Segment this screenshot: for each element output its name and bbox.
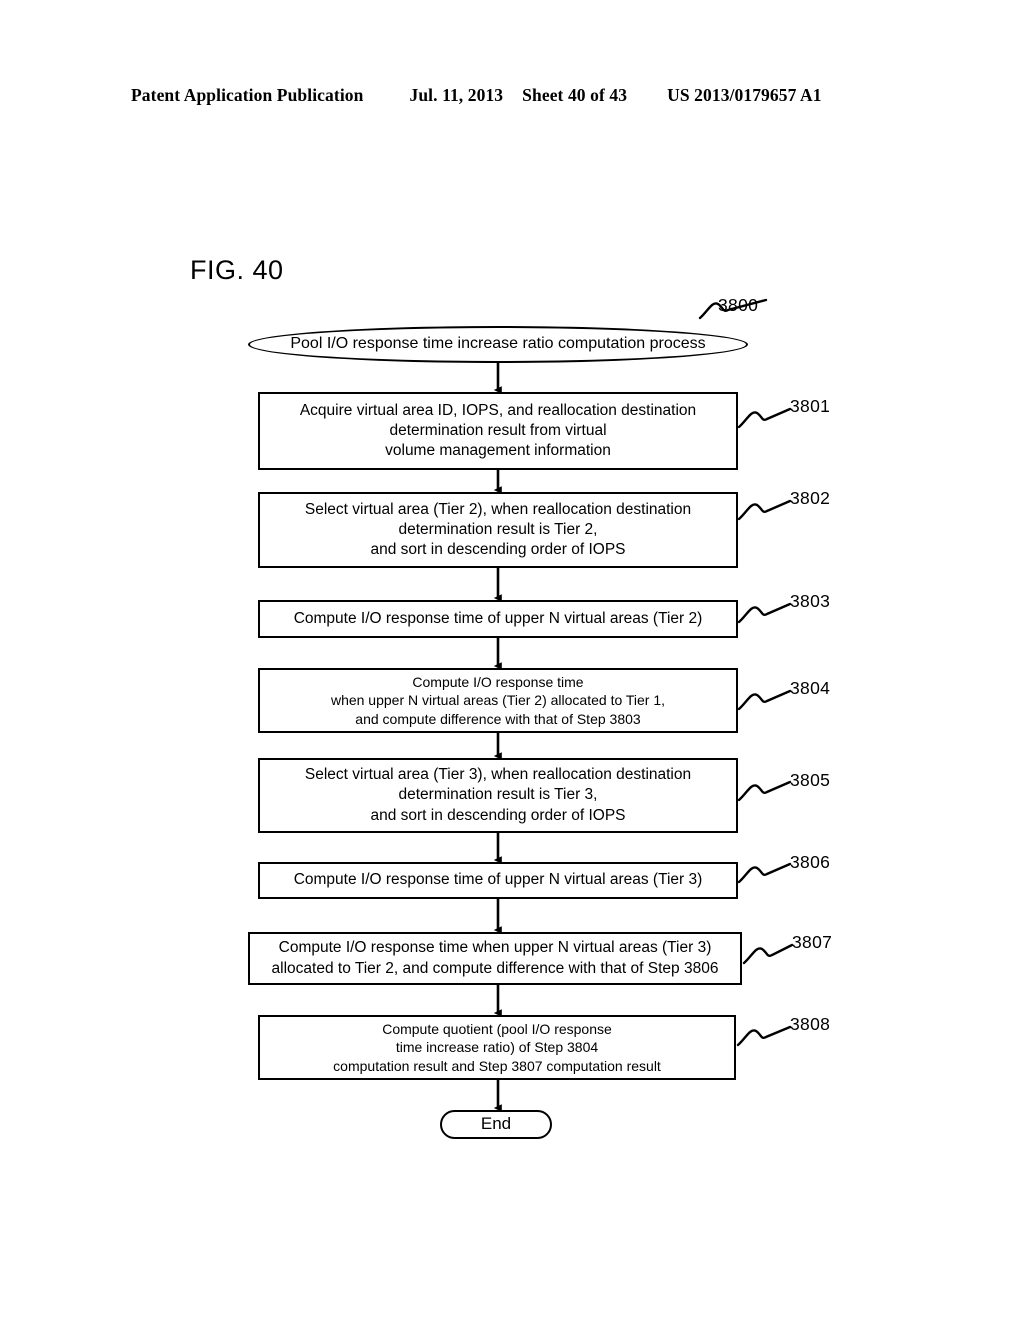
- step-3807-line-2: allocated to Tier 2, and compute differe…: [271, 959, 719, 977]
- reference-numeral-3800: 3800: [718, 295, 759, 315]
- reference-numeral-3807: 3807: [792, 932, 833, 952]
- step-3804-line-1: Compute I/O response time: [412, 674, 584, 691]
- flowchart-step-3806-label: Compute I/O response time of upper N vir…: [293, 871, 703, 889]
- step-3807-line-1: Compute I/O response time when upper N v…: [278, 939, 712, 957]
- flowchart-step-3803-label: Compute I/O response time of upper N vir…: [293, 609, 703, 627]
- flowchart-step-3804-label: Compute I/O response time when upper N v…: [268, 673, 728, 728]
- flowchart-step-3802-label: Select virtual area (Tier 2), when reall…: [268, 500, 728, 560]
- reference-numeral-3802: 3802: [790, 488, 831, 508]
- reference-numeral-3804: 3804: [790, 678, 831, 698]
- step-3805-line-2: determination result is Tier 3,: [398, 786, 598, 804]
- flowchart-step-3801-label: Acquire virtual area ID, IOPS, and reall…: [268, 401, 728, 461]
- flowchart-step-3802: Select virtual area (Tier 2), when reall…: [258, 492, 738, 568]
- flowchart-step-3801: Acquire virtual area ID, IOPS, and reall…: [258, 392, 738, 470]
- step-3804-line-3: and compute difference with that of Step…: [355, 710, 641, 727]
- flowchart-step-3807-label: Compute I/O response time when upper N v…: [255, 938, 735, 978]
- step-3808-line-1: Compute quotient (pool I/O response: [382, 1021, 612, 1038]
- reference-numeral-3801: 3801: [790, 396, 831, 416]
- flowchart-end-label: End: [480, 1114, 512, 1134]
- reference-numeral-3805: 3805: [790, 770, 831, 790]
- flowchart-step-3806: Compute I/O response time of upper N vir…: [258, 862, 738, 899]
- step-3801-line-3: volume management information: [385, 442, 611, 460]
- reference-numeral-3806: 3806: [790, 852, 831, 872]
- reference-numeral-3808: 3808: [790, 1014, 831, 1034]
- flowchart-end-terminal: End: [440, 1110, 552, 1139]
- step-3808-line-3: computation result and Step 3807 computa…: [333, 1057, 661, 1074]
- flowchart-step-3804: Compute I/O response time when upper N v…: [258, 668, 738, 733]
- flowchart-step-3805: Select virtual area (Tier 3), when reall…: [258, 758, 738, 833]
- flowchart-start-terminal: Pool I/O response time increase ratio co…: [248, 326, 748, 363]
- step-3801-line-2: determination result from virtual: [389, 421, 607, 439]
- step-3802-line-1: Select virtual area (Tier 2), when reall…: [304, 500, 692, 518]
- step-3804-line-2: when upper N virtual areas (Tier 2) allo…: [330, 692, 666, 709]
- step-3808-line-2: time increase ratio) of Step 3804: [395, 1039, 599, 1056]
- step-3801-line-1: Acquire virtual area ID, IOPS, and reall…: [299, 401, 697, 419]
- step-3805-line-3: and sort in descending order of IOPS: [370, 806, 626, 824]
- flowchart-step-3807: Compute I/O response time when upper N v…: [248, 932, 742, 985]
- step-3805-line-1: Select virtual area (Tier 3), when reall…: [304, 766, 692, 784]
- flowchart-step-3808-label: Compute quotient (pool I/O response time…: [268, 1020, 726, 1075]
- flowchart-step-3808: Compute quotient (pool I/O response time…: [258, 1015, 736, 1080]
- step-3802-line-2: determination result is Tier 2,: [398, 520, 598, 538]
- flowchart-step-3805-label: Select virtual area (Tier 3), when reall…: [268, 765, 728, 825]
- flowchart-step-3803: Compute I/O response time of upper N vir…: [258, 600, 738, 638]
- flowchart-diagram: 3800 Pool I/O response time increase rat…: [0, 0, 1024, 1320]
- flowchart-start-label: Pool I/O response time increase ratio co…: [290, 335, 706, 353]
- step-3802-line-3: and sort in descending order of IOPS: [370, 541, 626, 559]
- reference-numeral-3803: 3803: [790, 591, 831, 611]
